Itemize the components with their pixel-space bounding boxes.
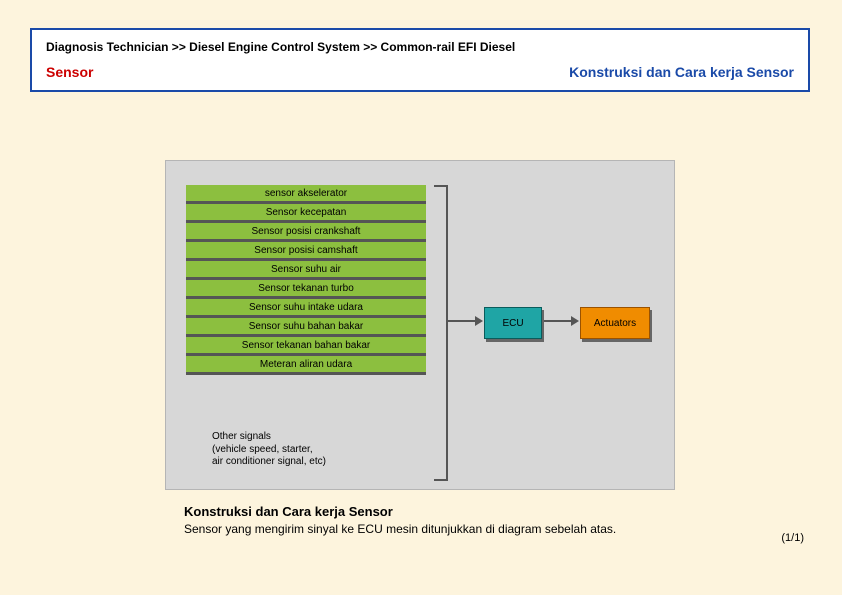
actuators-box: Actuators: [580, 307, 650, 339]
sensor-item: Sensor suhu air: [186, 261, 426, 277]
sensor-item: Sensor tekanan bahan bakar: [186, 337, 426, 353]
header-row: Sensor Konstruksi dan Cara kerja Sensor: [32, 62, 808, 90]
section-title-left: Sensor: [46, 64, 93, 80]
other-signals-note: Other signals (vehicle speed, starter, a…: [212, 431, 392, 469]
other-signals-line: air conditioner signal, etc): [212, 456, 326, 467]
body-text: Sensor yang mengirim sinyal ke ECU mesin…: [184, 521, 654, 537]
section-title-right: Konstruksi dan Cara kerja Sensor: [569, 64, 794, 80]
other-signals-line: (vehicle speed, starter,: [212, 444, 313, 455]
page-counter: (1/1): [781, 532, 804, 544]
breadcrumb: Diagnosis Technician >> Diesel Engine Co…: [32, 30, 808, 62]
page-root: Diagnosis Technician >> Diesel Engine Co…: [0, 0, 842, 595]
sensor-item: Sensor kecepatan: [186, 204, 426, 220]
sensor-item: Sensor posisi crankshaft: [186, 223, 426, 239]
sensor-item: Sensor suhu bahan bakar: [186, 318, 426, 334]
body-block: Konstruksi dan Cara kerja Sensor Sensor …: [184, 504, 654, 537]
sensor-list: sensor akselerator Sensor kecepatan Sens…: [186, 185, 426, 375]
sensor-item: Sensor posisi camshaft: [186, 242, 426, 258]
ecu-box: ECU: [484, 307, 542, 339]
sensor-item: Sensor suhu intake udara: [186, 299, 426, 315]
arrow-icon: [448, 320, 476, 322]
sensor-item: Meteran aliran udara: [186, 356, 426, 372]
diagram-panel: sensor akselerator Sensor kecepatan Sens…: [165, 160, 675, 490]
arrow-icon: [544, 320, 572, 322]
other-signals-line: Other signals: [212, 431, 271, 442]
header-box: Diagnosis Technician >> Diesel Engine Co…: [30, 28, 810, 92]
bracket-icon: [434, 185, 448, 481]
sensor-item: Sensor tekanan turbo: [186, 280, 426, 296]
sensor-item: sensor akselerator: [186, 185, 426, 201]
body-heading: Konstruksi dan Cara kerja Sensor: [184, 504, 654, 519]
